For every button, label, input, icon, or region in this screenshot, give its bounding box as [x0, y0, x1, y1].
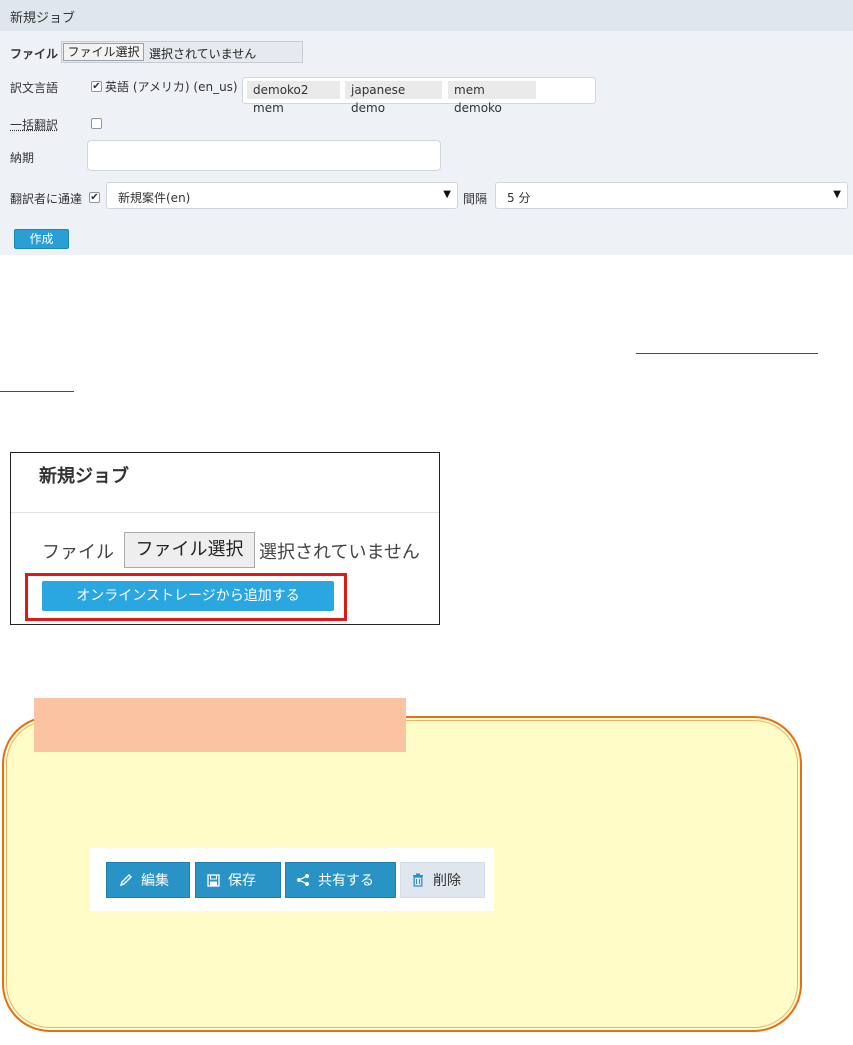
edit-button[interactable]: 編集 [106, 862, 190, 898]
link-underline[interactable] [636, 353, 818, 354]
template-select[interactable]: 新規案件(en) ▼ [106, 182, 458, 209]
deadline-input[interactable] [87, 140, 441, 171]
delete-button-label: 削除 [433, 873, 461, 889]
file-status: 選択されていません [149, 47, 257, 61]
pencil-icon [117, 863, 135, 899]
zoomed-file-select-button[interactable]: ファイル選択 [124, 532, 255, 568]
interval-label: 間隔 [463, 192, 488, 206]
online-storage-button[interactable]: オンラインストレージから追加する [42, 581, 334, 611]
deadline-label: 納期 [10, 151, 35, 165]
link-underline[interactable] [0, 391, 74, 392]
delete-button[interactable]: 削除 [400, 862, 485, 898]
target-language-option: 英語 (アメリカ) (en_us) [105, 80, 238, 94]
share-button-label: 共有する [318, 873, 374, 889]
bulk-translate-checkbox[interactable] [91, 118, 102, 129]
file-select-button[interactable]: ファイル選択 [63, 43, 144, 61]
zoomed-file-label: ファイル [42, 542, 114, 563]
dropdown-arrow-icon: ▼ [443, 189, 451, 200]
callout-tab [34, 698, 406, 752]
save-button[interactable]: 保存 [195, 862, 281, 898]
trash-icon [409, 863, 427, 899]
form-title: 新規ジョブ [10, 11, 76, 26]
zoomed-form-title: 新規ジョブ [39, 466, 129, 487]
form-header [0, 0, 853, 31]
notify-translator-label: 翻訳者に通達 [10, 192, 83, 206]
divider [11, 512, 439, 513]
create-button[interactable]: 作成 [14, 229, 69, 249]
dropdown-arrow-icon: ▼ [833, 189, 841, 200]
bulk-translate-label: 一括翻訳 [10, 118, 59, 132]
share-button[interactable]: 共有する [285, 862, 396, 898]
new-job-form [0, 0, 853, 255]
zoomed-file-status: 選択されていません [259, 542, 420, 563]
target-language-checkbox[interactable]: ✔ [91, 81, 102, 92]
save-icon [204, 863, 222, 899]
share-icon [294, 863, 312, 899]
memory-tag[interactable]: mem demoko [448, 81, 536, 115]
interval-select[interactable]: 5 分 ▼ [495, 182, 848, 209]
target-language-label: 訳文言語 [10, 81, 59, 95]
notify-translator-checkbox[interactable]: ✔ [89, 192, 100, 203]
memory-tag[interactable]: japanese demo [345, 81, 442, 115]
interval-select-value: 5 分 [507, 191, 531, 205]
edit-button-label: 編集 [141, 873, 169, 889]
save-button-label: 保存 [228, 873, 256, 889]
memory-tag[interactable]: demoko2 mem [247, 81, 340, 115]
template-select-value: 新規案件(en) [118, 191, 191, 205]
file-label: ファイル [10, 47, 59, 61]
